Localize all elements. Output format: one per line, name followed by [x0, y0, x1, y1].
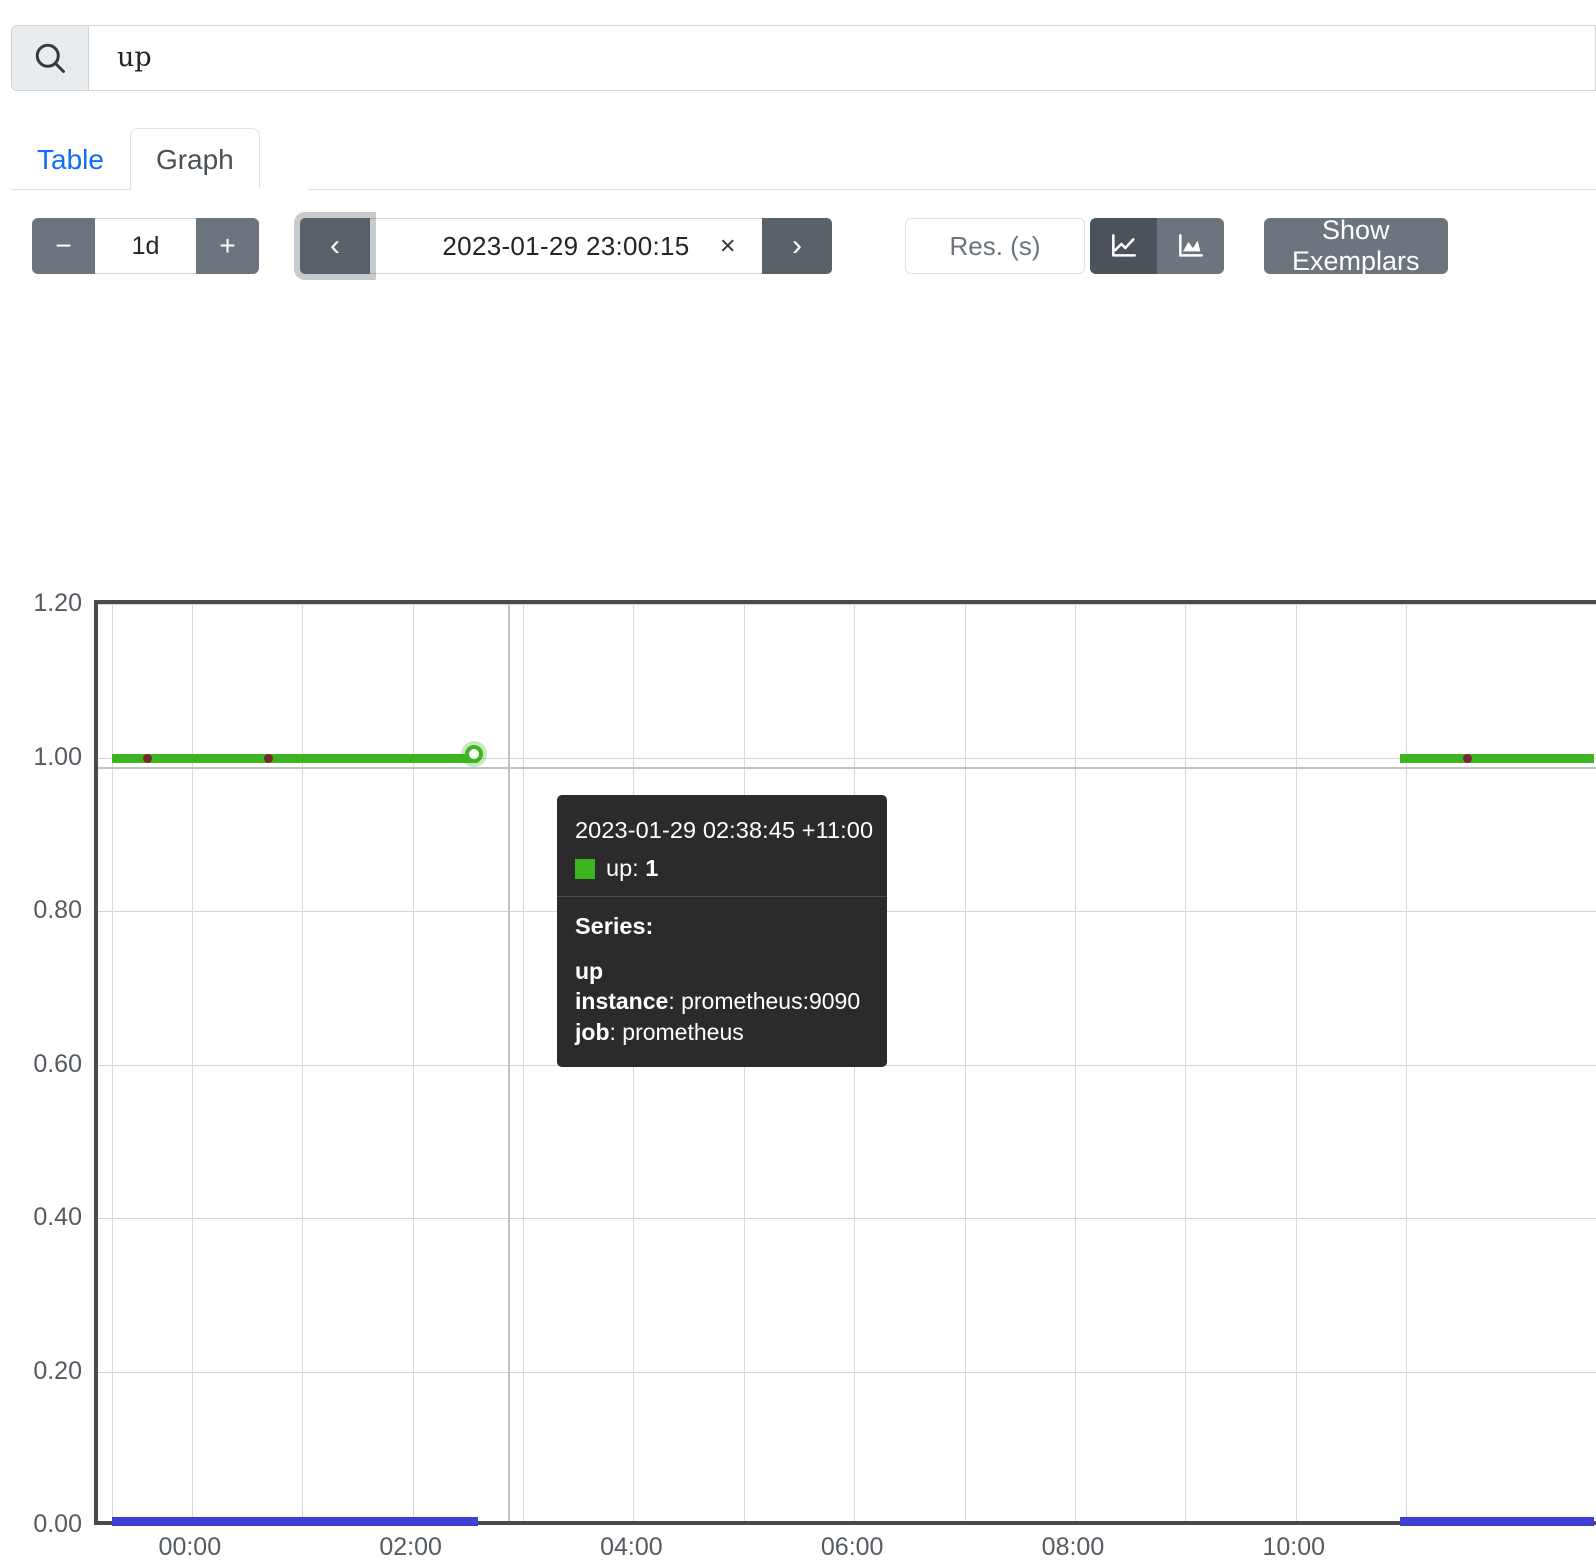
- x-axis-tick-label: 02:00: [379, 1533, 442, 1561]
- end-time-input[interactable]: 2023-01-29 23:00:15 ×: [370, 218, 762, 274]
- x-gridline: [412, 604, 414, 1521]
- range-value-input[interactable]: 1d: [95, 218, 196, 274]
- x-gridline-minor: [1406, 604, 1408, 1521]
- tooltip-colon: :: [632, 855, 646, 881]
- time-previous-button[interactable]: ‹: [300, 218, 370, 274]
- tooltip-value-row: up: 1: [557, 855, 887, 896]
- crosshair-vertical: [507, 604, 510, 1521]
- line-chart-icon[interactable]: [1090, 218, 1157, 274]
- y-gridline: [98, 1371, 1596, 1373]
- series-line[interactable]: [1399, 1517, 1594, 1526]
- x-gridline: [1295, 604, 1297, 1521]
- y-axis-tick-label: 0.80: [33, 896, 82, 924]
- time-input-group: ‹ 2023-01-29 23:00:15 × ›: [300, 218, 832, 274]
- tab-active-cover: [154, 188, 308, 191]
- x-gridline-minor: [1185, 604, 1187, 1521]
- tooltip-label-instance-key: instance: [575, 988, 669, 1015]
- tooltip-series-heading: Series:: [575, 913, 654, 939]
- series-color-swatch: [575, 858, 595, 879]
- range-increase-button[interactable]: +: [196, 218, 259, 274]
- tooltip-divider: [557, 896, 887, 897]
- tab-table[interactable]: Table: [11, 128, 130, 190]
- time-next-button[interactable]: ›: [762, 218, 832, 274]
- x-gridline-minor: [302, 604, 304, 1521]
- y-axis-tick-label: 1.00: [33, 742, 82, 771]
- search-bar: [11, 25, 1596, 91]
- tooltip-timestamp: 2023-01-29 02:38:45 +11:00: [575, 817, 874, 843]
- series-line[interactable]: [1399, 753, 1594, 763]
- tooltip-value-text: up: 1: [606, 855, 658, 882]
- crosshair-horizontal: [98, 766, 1596, 769]
- tooltip-label-job-sep: :: [609, 1018, 623, 1045]
- y-axis-tick-label: 1.20: [33, 589, 82, 617]
- x-gridline: [191, 604, 193, 1521]
- show-exemplars-button[interactable]: Show Exemplars: [1264, 215, 1448, 276]
- y-axis-tick-label: 0.00: [33, 1510, 82, 1538]
- chart-type-toggle: [1090, 218, 1224, 274]
- exemplar-marker[interactable]: [1462, 753, 1472, 763]
- range-input-group: − 1d +: [32, 218, 259, 274]
- tooltip-series-body: up instance: prometheus:9090 job: promet…: [557, 956, 887, 1047]
- tooltip-label-job-key: job: [575, 1018, 610, 1045]
- tooltip-label-instance-sep: :: [668, 988, 682, 1015]
- tab-graph[interactable]: Graph: [129, 128, 260, 190]
- expression-input[interactable]: [89, 25, 1596, 91]
- tooltip-series-name: up: [575, 958, 604, 984]
- series-line[interactable]: [112, 1517, 478, 1526]
- x-axis-tick-label: 06:00: [820, 1533, 884, 1561]
- tooltip-label-instance-value: prometheus:9090: [681, 988, 861, 1015]
- resolution-input[interactable]: Res. (s): [905, 218, 1085, 274]
- search-icon[interactable]: [11, 25, 89, 91]
- tooltip-metric-label: up: [606, 855, 633, 881]
- tooltip-label-job-value: prometheus: [622, 1018, 744, 1045]
- x-gridline: [1074, 604, 1076, 1521]
- hover-tooltip: 2023-01-29 02:38:45 +11:00 up: 1 Series:…: [557, 795, 887, 1068]
- hovered-data-point[interactable]: [464, 744, 483, 763]
- y-axis-tick-label: 0.40: [33, 1203, 82, 1231]
- y-axis-tick-label: 0.60: [33, 1049, 82, 1078]
- x-axis-tick-label: 10:00: [1262, 1533, 1326, 1561]
- x-axis-tick-label: 08:00: [1041, 1533, 1105, 1561]
- graph-panel: 0.00 0.20 0.40 0.60 0.80 1.00 1.20 00:00 02:00 04…: [0, 290, 1596, 1561]
- x-gridline-minor: [523, 604, 524, 1521]
- exemplar-marker[interactable]: [142, 753, 152, 763]
- x-gridline-minor: [112, 604, 114, 1521]
- y-axis-tick-label: 0.20: [33, 1356, 82, 1385]
- x-axis-tick-label: 04:00: [600, 1533, 663, 1561]
- tooltip-label-instance: instance: prometheus:9090: [575, 986, 869, 1016]
- stacked-area-chart-icon[interactable]: [1157, 218, 1224, 274]
- x-axis-tick-label: 00:00: [158, 1533, 222, 1561]
- x-gridline-minor: [964, 604, 966, 1521]
- series-line[interactable]: [112, 753, 478, 763]
- tab-bar: Table Graph: [11, 118, 1596, 190]
- y-gridline: [98, 604, 1596, 605]
- y-gridline: [98, 1218, 1596, 1219]
- end-time-value: 2023-01-29 23:00:15: [442, 230, 690, 261]
- tooltip-label-job: job: prometheus: [575, 1017, 869, 1047]
- exemplar-marker[interactable]: [264, 753, 273, 763]
- range-decrease-button[interactable]: −: [32, 218, 95, 274]
- clear-time-icon[interactable]: ×: [720, 231, 736, 262]
- tooltip-metric-value: 1: [645, 855, 659, 881]
